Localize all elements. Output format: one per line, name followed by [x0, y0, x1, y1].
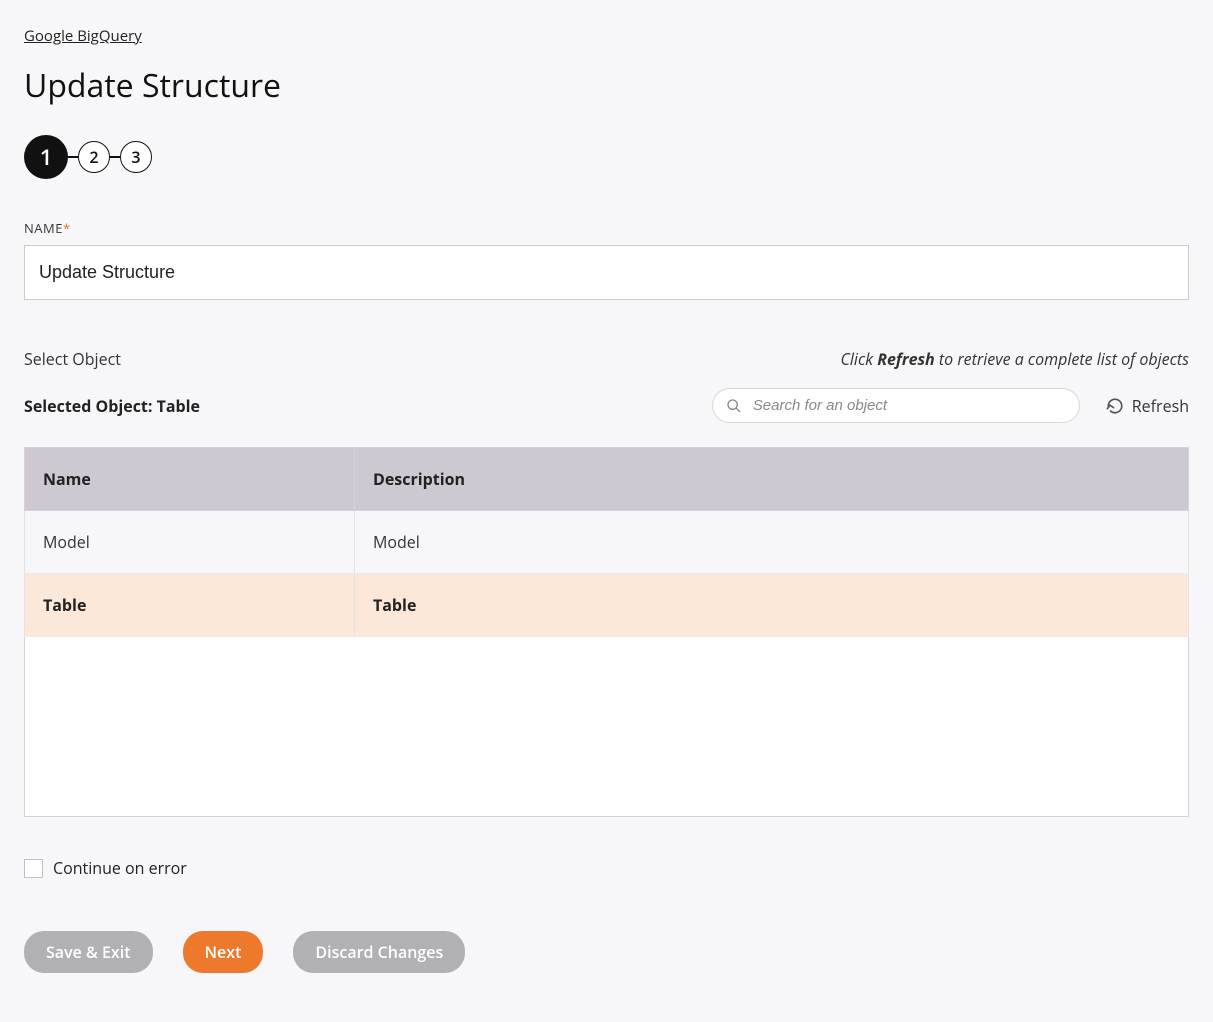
cell-name: Model — [25, 511, 355, 574]
cell-desc: Table — [355, 574, 1189, 637]
next-button[interactable]: Next — [183, 931, 264, 973]
search-wrapper — [712, 388, 1080, 423]
step-connector — [110, 156, 120, 158]
page-title: Update Structure — [24, 64, 1189, 107]
refresh-button[interactable]: Refresh — [1106, 395, 1189, 417]
selected-object-label: Selected Object: Table — [24, 395, 200, 417]
refresh-hint: Click Refresh to retrieve a complete lis… — [840, 348, 1189, 370]
continue-on-error-label: Continue on error — [53, 857, 187, 879]
search-icon — [726, 398, 742, 414]
table-header-row: Name Description — [25, 448, 1189, 511]
step-2[interactable]: 2 — [78, 141, 110, 173]
step-3[interactable]: 3 — [120, 141, 152, 173]
stepper: 1 2 3 — [24, 135, 1189, 179]
discard-changes-button[interactable]: Discard Changes — [293, 931, 465, 973]
table-row[interactable]: Model Model — [25, 511, 1189, 574]
step-connector — [68, 156, 78, 158]
name-input[interactable] — [24, 245, 1189, 300]
cell-name: Table — [25, 574, 355, 637]
cell-desc: Model — [355, 511, 1189, 574]
action-bar: Save & Exit Next Discard Changes — [24, 931, 1189, 973]
name-label: NAME* — [24, 219, 1189, 237]
object-table: Name Description Model Model Table Table — [24, 447, 1189, 637]
table-empty-area — [24, 637, 1189, 817]
select-object-label: Select Object — [24, 348, 121, 370]
col-header-description: Description — [355, 448, 1189, 511]
col-header-name: Name — [25, 448, 355, 511]
table-row[interactable]: Table Table — [25, 574, 1189, 637]
search-input[interactable] — [712, 388, 1080, 423]
step-1[interactable]: 1 — [24, 135, 68, 179]
refresh-icon — [1106, 397, 1124, 415]
required-asterisk: * — [63, 219, 71, 237]
save-exit-button[interactable]: Save & Exit — [24, 931, 153, 973]
continue-on-error-checkbox[interactable] — [24, 859, 43, 878]
breadcrumb-link[interactable]: Google BigQuery — [24, 26, 142, 46]
continue-on-error-row[interactable]: Continue on error — [24, 857, 1189, 879]
